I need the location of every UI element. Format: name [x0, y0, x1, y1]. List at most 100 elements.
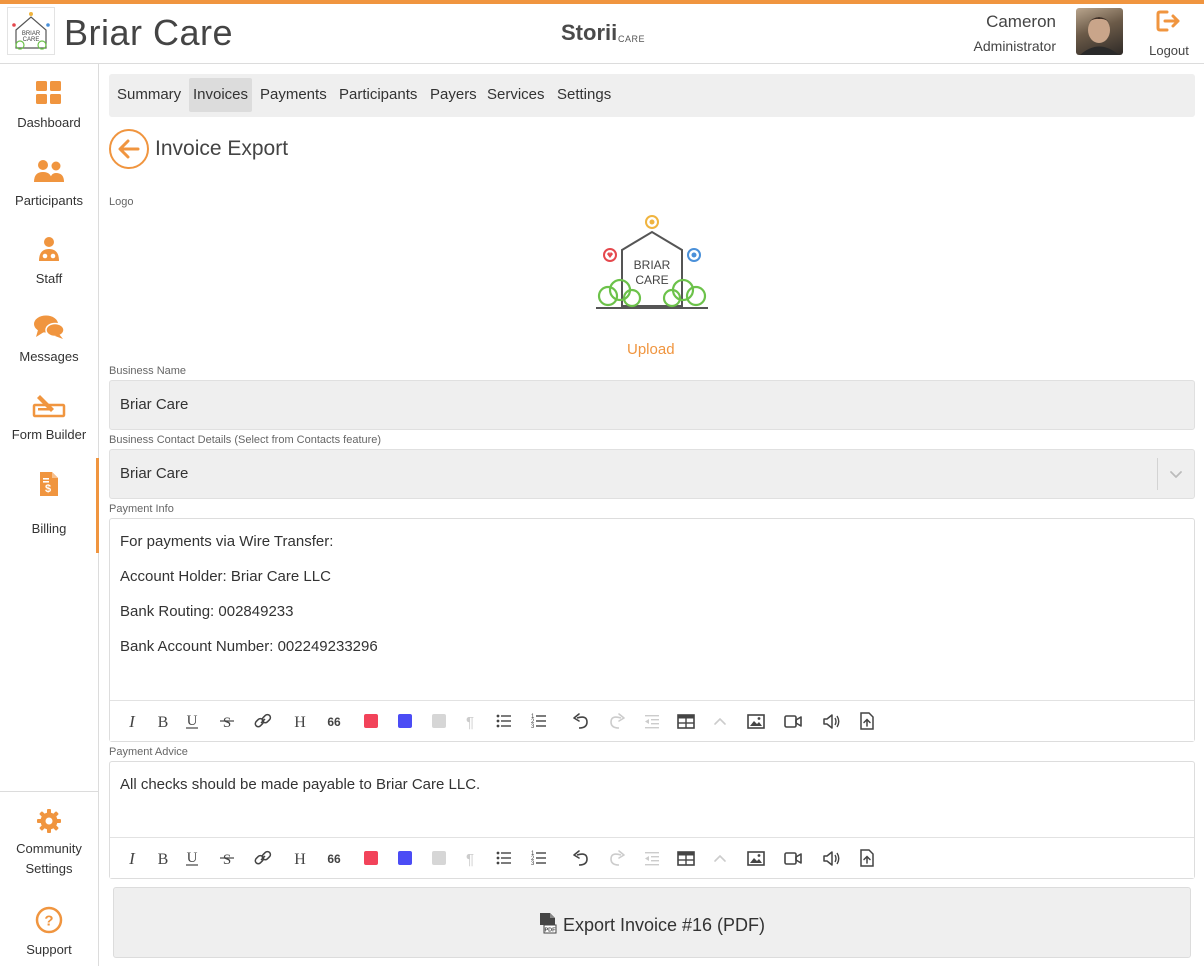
- sidebar-item-billing[interactable]: $ Billing: [0, 458, 99, 553]
- strikethrough-icon-button[interactable]: S: [217, 848, 237, 868]
- svg-text:B: B: [158, 851, 169, 868]
- svg-text:B: B: [158, 714, 169, 731]
- numbered-list-icon-button[interactable]: 123: [529, 848, 549, 868]
- file-upload-icon-button[interactable]: [857, 711, 877, 731]
- gray-swatch[interactable]: [432, 714, 446, 728]
- image-icon-button[interactable]: [746, 711, 766, 731]
- sidebar-item-support[interactable]: ? Support: [0, 906, 98, 958]
- link-icon-button[interactable]: [253, 848, 273, 868]
- sidebar-item-label-2: Settings: [25, 861, 73, 876]
- heading-icon-button[interactable]: H: [290, 711, 310, 731]
- link-icon-button[interactable]: [253, 711, 273, 731]
- gear-icon: [37, 809, 61, 833]
- sidebar-item-community-settings[interactable]: Community Settings: [0, 808, 98, 877]
- contact-details-select[interactable]: Briar Care: [109, 449, 1195, 499]
- sidebar-item-dashboard[interactable]: Dashboard: [0, 80, 98, 131]
- tab-settings[interactable]: Settings: [553, 78, 615, 112]
- tab-participants[interactable]: Participants: [335, 78, 421, 112]
- table-icon: [677, 851, 695, 866]
- redo-icon-button[interactable]: [607, 711, 627, 731]
- image-icon: [747, 851, 765, 866]
- redo-icon-button[interactable]: [607, 848, 627, 868]
- strikethrough-icon-button[interactable]: S: [217, 711, 237, 731]
- logo-text-line2: CARE: [635, 273, 668, 287]
- heading-icon: H: [294, 714, 306, 731]
- tab-invoices[interactable]: Invoices: [189, 78, 253, 112]
- numbered-list-icon-button[interactable]: 123: [529, 711, 549, 731]
- collapse-icon: [714, 854, 726, 862]
- payment-advice-editor[interactable]: All checks should be made payable to Bri…: [109, 761, 1195, 879]
- tab-services[interactable]: Services: [483, 78, 549, 112]
- numbered-list-icon: 123: [531, 714, 546, 730]
- red-swatch[interactable]: [364, 714, 378, 728]
- video-icon-button[interactable]: [783, 711, 803, 731]
- tab-summary[interactable]: Summary: [113, 78, 185, 112]
- table-icon-button[interactable]: [676, 711, 696, 731]
- collapse-icon-button[interactable]: [710, 711, 730, 731]
- audio-icon-button[interactable]: [821, 711, 841, 731]
- tab-payments[interactable]: Payments: [256, 78, 331, 112]
- collapse-icon-button[interactable]: [710, 848, 730, 868]
- svg-text:3: 3: [531, 724, 535, 730]
- sidebar-item-label: Form Builder: [11, 427, 87, 442]
- billing-tabs: Summary Invoices Payments Participants P…: [109, 74, 1195, 117]
- payment-info-editor[interactable]: For payments via Wire Transfer: Account …: [109, 518, 1195, 742]
- quote-icon: 66: [327, 852, 341, 866]
- outdent-icon-button[interactable]: [642, 711, 662, 731]
- outdent-icon: [645, 852, 659, 866]
- sidebar-item-form-builder[interactable]: Form Builder: [0, 392, 98, 443]
- bullet-list-icon-button[interactable]: [494, 848, 514, 868]
- video-icon-button[interactable]: [783, 848, 803, 868]
- paragraph-icon-button[interactable]: ¶: [460, 711, 480, 731]
- audio-icon: [823, 851, 840, 866]
- blue-swatch[interactable]: [398, 851, 412, 865]
- link-icon: [254, 713, 272, 728]
- svg-text:I: I: [128, 712, 136, 731]
- payment-advice-content[interactable]: All checks should be made payable to Bri…: [110, 762, 1194, 794]
- upload-logo-link[interactable]: Upload: [627, 341, 675, 358]
- bold-icon-button[interactable]: B: [153, 711, 173, 731]
- gray-swatch[interactable]: [432, 851, 446, 865]
- logout-button[interactable]: Logout: [1140, 10, 1198, 58]
- sidebar-item-staff[interactable]: Staff: [0, 236, 98, 287]
- outdent-icon-button[interactable]: [642, 848, 662, 868]
- file-upload-icon-button[interactable]: [857, 848, 877, 868]
- underline-icon-button[interactable]: U: [182, 848, 202, 868]
- sidebar-item-participants[interactable]: Participants: [0, 158, 98, 209]
- paragraph-icon: ¶: [466, 714, 474, 731]
- form-builder-icon: [32, 395, 66, 418]
- back-button[interactable]: [109, 129, 149, 169]
- svg-text:66: 66: [327, 852, 341, 866]
- audio-icon: [823, 714, 840, 729]
- paragraph-icon-button[interactable]: ¶: [460, 848, 480, 868]
- bold-icon-button[interactable]: B: [153, 848, 173, 868]
- quote-icon-button[interactable]: 66: [324, 848, 344, 868]
- svg-text:I: I: [128, 849, 136, 868]
- video-icon: [784, 715, 802, 728]
- export-button-inner: PDF Export Invoice #16 (PDF): [114, 912, 1190, 936]
- italic-icon-button[interactable]: I: [122, 848, 142, 868]
- red-swatch[interactable]: [364, 851, 378, 865]
- heading-icon-button[interactable]: H: [290, 848, 310, 868]
- svg-text:H: H: [294, 851, 306, 868]
- payment-info-content[interactable]: For payments via Wire Transfer: Account …: [110, 519, 1194, 656]
- export-invoice-button[interactable]: PDF Export Invoice #16 (PDF): [113, 887, 1191, 958]
- app-logo-text-2: CARE: [23, 37, 40, 43]
- image-icon-button[interactable]: [746, 848, 766, 868]
- table-icon-button[interactable]: [676, 848, 696, 868]
- file-upload-icon: [860, 712, 874, 730]
- underline-icon-button[interactable]: U: [182, 711, 202, 731]
- bullet-list-icon-button[interactable]: [494, 711, 514, 731]
- quote-icon-button[interactable]: 66: [324, 711, 344, 731]
- italic-icon-button[interactable]: I: [122, 711, 142, 731]
- avatar[interactable]: [1076, 8, 1123, 55]
- undo-icon-button[interactable]: [571, 711, 591, 731]
- audio-icon-button[interactable]: [821, 848, 841, 868]
- undo-icon: [573, 713, 588, 729]
- sidebar-item-messages[interactable]: Messages: [0, 314, 98, 365]
- business-name-input[interactable]: Briar Care: [109, 380, 1195, 430]
- blue-swatch[interactable]: [398, 714, 412, 728]
- chevron-down-icon[interactable]: [1168, 466, 1184, 482]
- undo-icon-button[interactable]: [571, 848, 591, 868]
- tab-payers[interactable]: Payers: [426, 78, 481, 112]
